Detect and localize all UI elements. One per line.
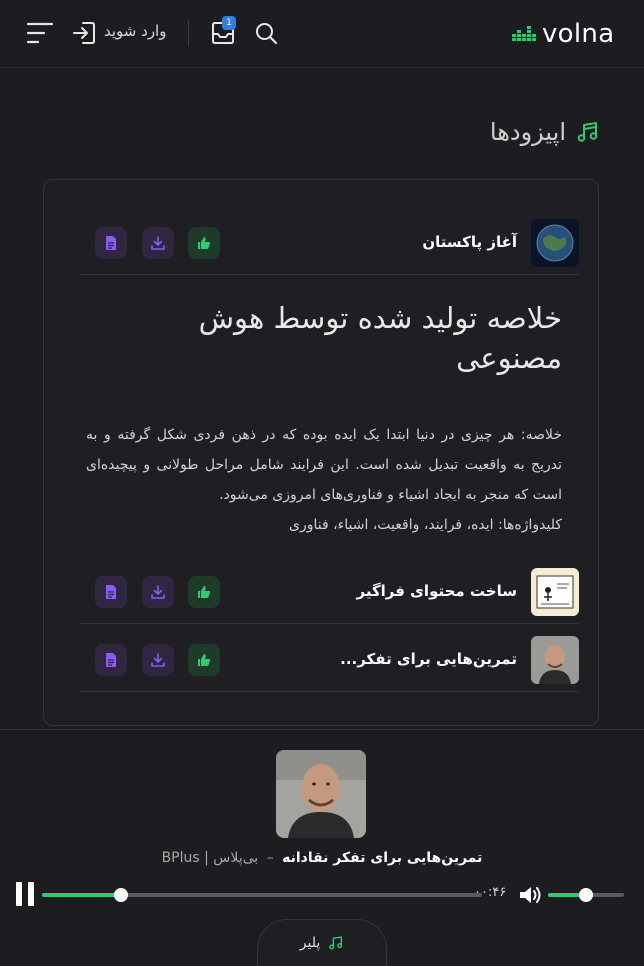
audio-player: تمرین‌هایی برای تفکر نقادانه – بی‌پلاس |… <box>0 729 644 966</box>
document-icon <box>106 585 116 599</box>
now-playing-separator: – <box>266 850 274 866</box>
search-icon[interactable] <box>254 21 278 45</box>
episode-title[interactable]: تمرین‌هایی برای تفکر... <box>340 650 517 668</box>
episode-thumbnail <box>531 219 579 267</box>
top-header: وارد شوید 1 volna <box>0 0 644 68</box>
episode-row[interactable]: آغاز پاکستان <box>80 211 579 275</box>
transcript-button[interactable] <box>95 227 127 259</box>
download-icon <box>151 236 165 250</box>
pause-button[interactable] <box>14 882 36 906</box>
ai-summary-title: خلاصه تولید شده توسط هوش مصنوعی <box>198 301 562 375</box>
thumbs-up-icon <box>198 654 211 666</box>
like-button[interactable] <box>188 644 220 676</box>
episode-row[interactable]: ساخت محتوای فراگیر <box>80 560 579 624</box>
volume-knob[interactable] <box>579 888 593 902</box>
transcript-button[interactable] <box>95 576 127 608</box>
header-divider <box>188 20 189 46</box>
logo-text: volna <box>542 19 615 49</box>
pause-bar <box>16 882 22 906</box>
episode-row[interactable]: تمرین‌هایی برای تفکر... <box>80 628 579 692</box>
episode-title[interactable]: ساخت محتوای فراگیر <box>356 582 517 600</box>
episode-thumbnail <box>531 636 579 684</box>
episode-thumbnail <box>531 568 579 616</box>
music-note-icon <box>329 935 343 950</box>
episode-title[interactable]: آغاز پاکستان <box>422 233 517 251</box>
login-icon[interactable] <box>72 20 96 46</box>
section-title-text: اپیزودها <box>489 118 566 146</box>
now-playing-cover <box>276 750 366 838</box>
progress-slider[interactable] <box>42 888 482 902</box>
progress-knob[interactable] <box>114 888 129 902</box>
player-tab[interactable]: پلیر <box>257 919 387 966</box>
progress-fill <box>42 893 122 897</box>
now-playing-podcast[interactable]: بی‌پلاس | BPlus <box>162 850 259 866</box>
music-note-icon <box>577 122 598 142</box>
login-label[interactable]: وارد شوید <box>104 22 166 40</box>
download-button[interactable] <box>142 644 174 676</box>
menu-icon[interactable] <box>26 20 54 46</box>
volume-slider[interactable] <box>548 888 624 902</box>
like-button[interactable] <box>188 576 220 608</box>
logo-mark-icon <box>512 26 536 41</box>
like-button[interactable] <box>188 227 220 259</box>
download-icon <box>151 653 165 667</box>
document-icon <box>106 236 116 250</box>
transcript-button[interactable] <box>95 644 127 676</box>
elapsed-time: ۰۰:۴۶ <box>474 885 507 900</box>
thumbs-up-icon <box>198 237 211 249</box>
download-icon <box>151 585 165 599</box>
download-button[interactable] <box>142 227 174 259</box>
section-title: اپیزودها <box>490 118 600 146</box>
episodes-card: آغاز پاکستان خلاصه تولید شده توسط هوش مص… <box>43 179 599 726</box>
player-tab-label: پلیر <box>299 934 321 951</box>
volume-icon[interactable] <box>518 883 544 907</box>
now-playing-title[interactable]: تمرین‌هایی برای تفکر نقادانه <box>282 850 482 866</box>
download-button[interactable] <box>142 576 174 608</box>
ai-summary-text: خلاصه: هر چیزی در دنیا ابتدا یک ایده بود… <box>86 427 562 503</box>
thumbs-up-icon <box>198 586 211 598</box>
now-playing-info: تمرین‌هایی برای تفکر نقادانه – بی‌پلاس |… <box>0 850 644 866</box>
ai-summary-keywords: کلیدواژه‌ها: ایده، فرایند، واقعیت، اشیاء… <box>289 517 562 533</box>
logo[interactable]: volna <box>512 18 614 50</box>
document-icon <box>106 653 116 667</box>
pause-bar <box>28 882 34 906</box>
inbox-badge: 1 <box>222 16 236 30</box>
